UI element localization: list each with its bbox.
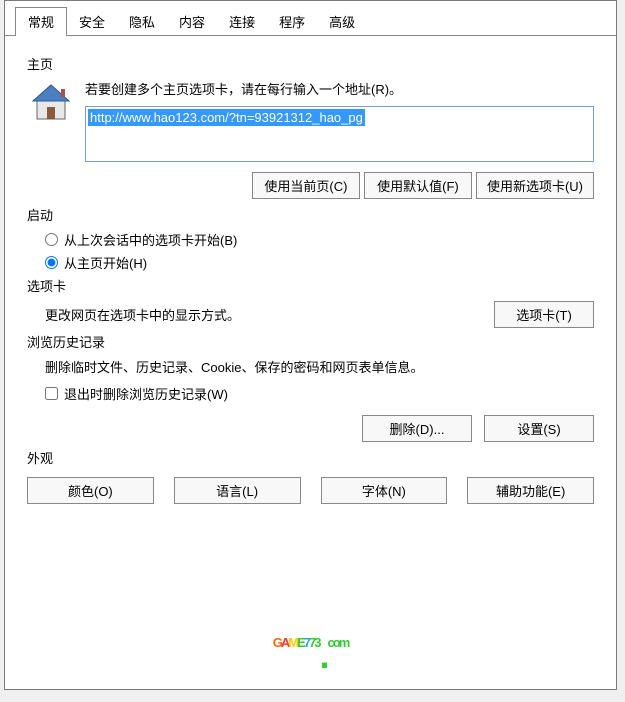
startup-homepage-label: 从主页开始(H) — [64, 253, 147, 272]
startup-group-label: 启动 — [27, 205, 594, 224]
history-settings-button[interactable]: 设置(S) — [484, 415, 594, 442]
tabs-group-label: 选项卡 — [27, 276, 594, 295]
internet-options-dialog: 常规 安全 隐私 内容 连接 程序 高级 主页 若要创建多个主页选项卡，请在每行… — [4, 0, 617, 690]
tab-general[interactable]: 常规 — [15, 7, 67, 36]
tab-content-panel: 主页 若要创建多个主页选项卡，请在每行输入一个地址(R)。 http://www… — [5, 35, 616, 518]
history-group-label: 浏览历史记录 — [27, 332, 594, 351]
delete-on-exit-label: 退出时删除浏览历史记录(W) — [64, 384, 228, 403]
tabs-settings-button[interactable]: 选项卡(T) — [494, 301, 594, 328]
delete-history-button[interactable]: 删除(D)... — [362, 415, 472, 442]
history-description: 删除临时文件、历史记录、Cookie、保存的密码和网页表单信息。 — [45, 357, 594, 376]
accessibility-button[interactable]: 辅助功能(E) — [467, 477, 594, 504]
tab-programs[interactable]: 程序 — [267, 7, 317, 35]
tab-security[interactable]: 安全 — [67, 7, 117, 35]
tab-advanced[interactable]: 高级 — [317, 7, 367, 35]
tab-connections[interactable]: 连接 — [217, 7, 267, 35]
colors-button[interactable]: 颜色(O) — [27, 477, 154, 504]
homepage-group-label: 主页 — [27, 54, 594, 73]
fonts-button[interactable]: 字体(N) — [321, 477, 448, 504]
delete-on-exit-checkbox[interactable] — [45, 387, 58, 400]
homepage-url-text: http://www.hao123.com/?tn=93921312_hao_p… — [88, 109, 365, 126]
homepage-instruction: 若要创建多个主页选项卡，请在每行输入一个地址(R)。 — [85, 79, 594, 98]
tab-privacy[interactable]: 隐私 — [117, 7, 167, 35]
appearance-group-label: 外观 — [27, 448, 594, 467]
use-new-tab-button[interactable]: 使用新选项卡(U) — [476, 172, 594, 199]
tab-content[interactable]: 内容 — [167, 7, 217, 35]
watermark-logo: GAME773.com — [273, 635, 349, 677]
tab-bar: 常规 安全 隐私 内容 连接 程序 高级 — [5, 1, 616, 35]
use-default-button[interactable]: 使用默认值(F) — [364, 172, 472, 199]
homepage-url-input[interactable]: http://www.hao123.com/?tn=93921312_hao_p… — [85, 106, 594, 162]
startup-last-session-label: 从上次会话中的选项卡开始(B) — [64, 230, 237, 249]
tabs-description: 更改网页在选项卡中的显示方式。 — [45, 305, 240, 324]
home-icon — [27, 79, 75, 127]
startup-last-session-radio[interactable] — [45, 233, 58, 246]
use-current-button[interactable]: 使用当前页(C) — [252, 172, 360, 199]
startup-homepage-radio[interactable] — [45, 256, 58, 269]
languages-button[interactable]: 语言(L) — [174, 477, 301, 504]
